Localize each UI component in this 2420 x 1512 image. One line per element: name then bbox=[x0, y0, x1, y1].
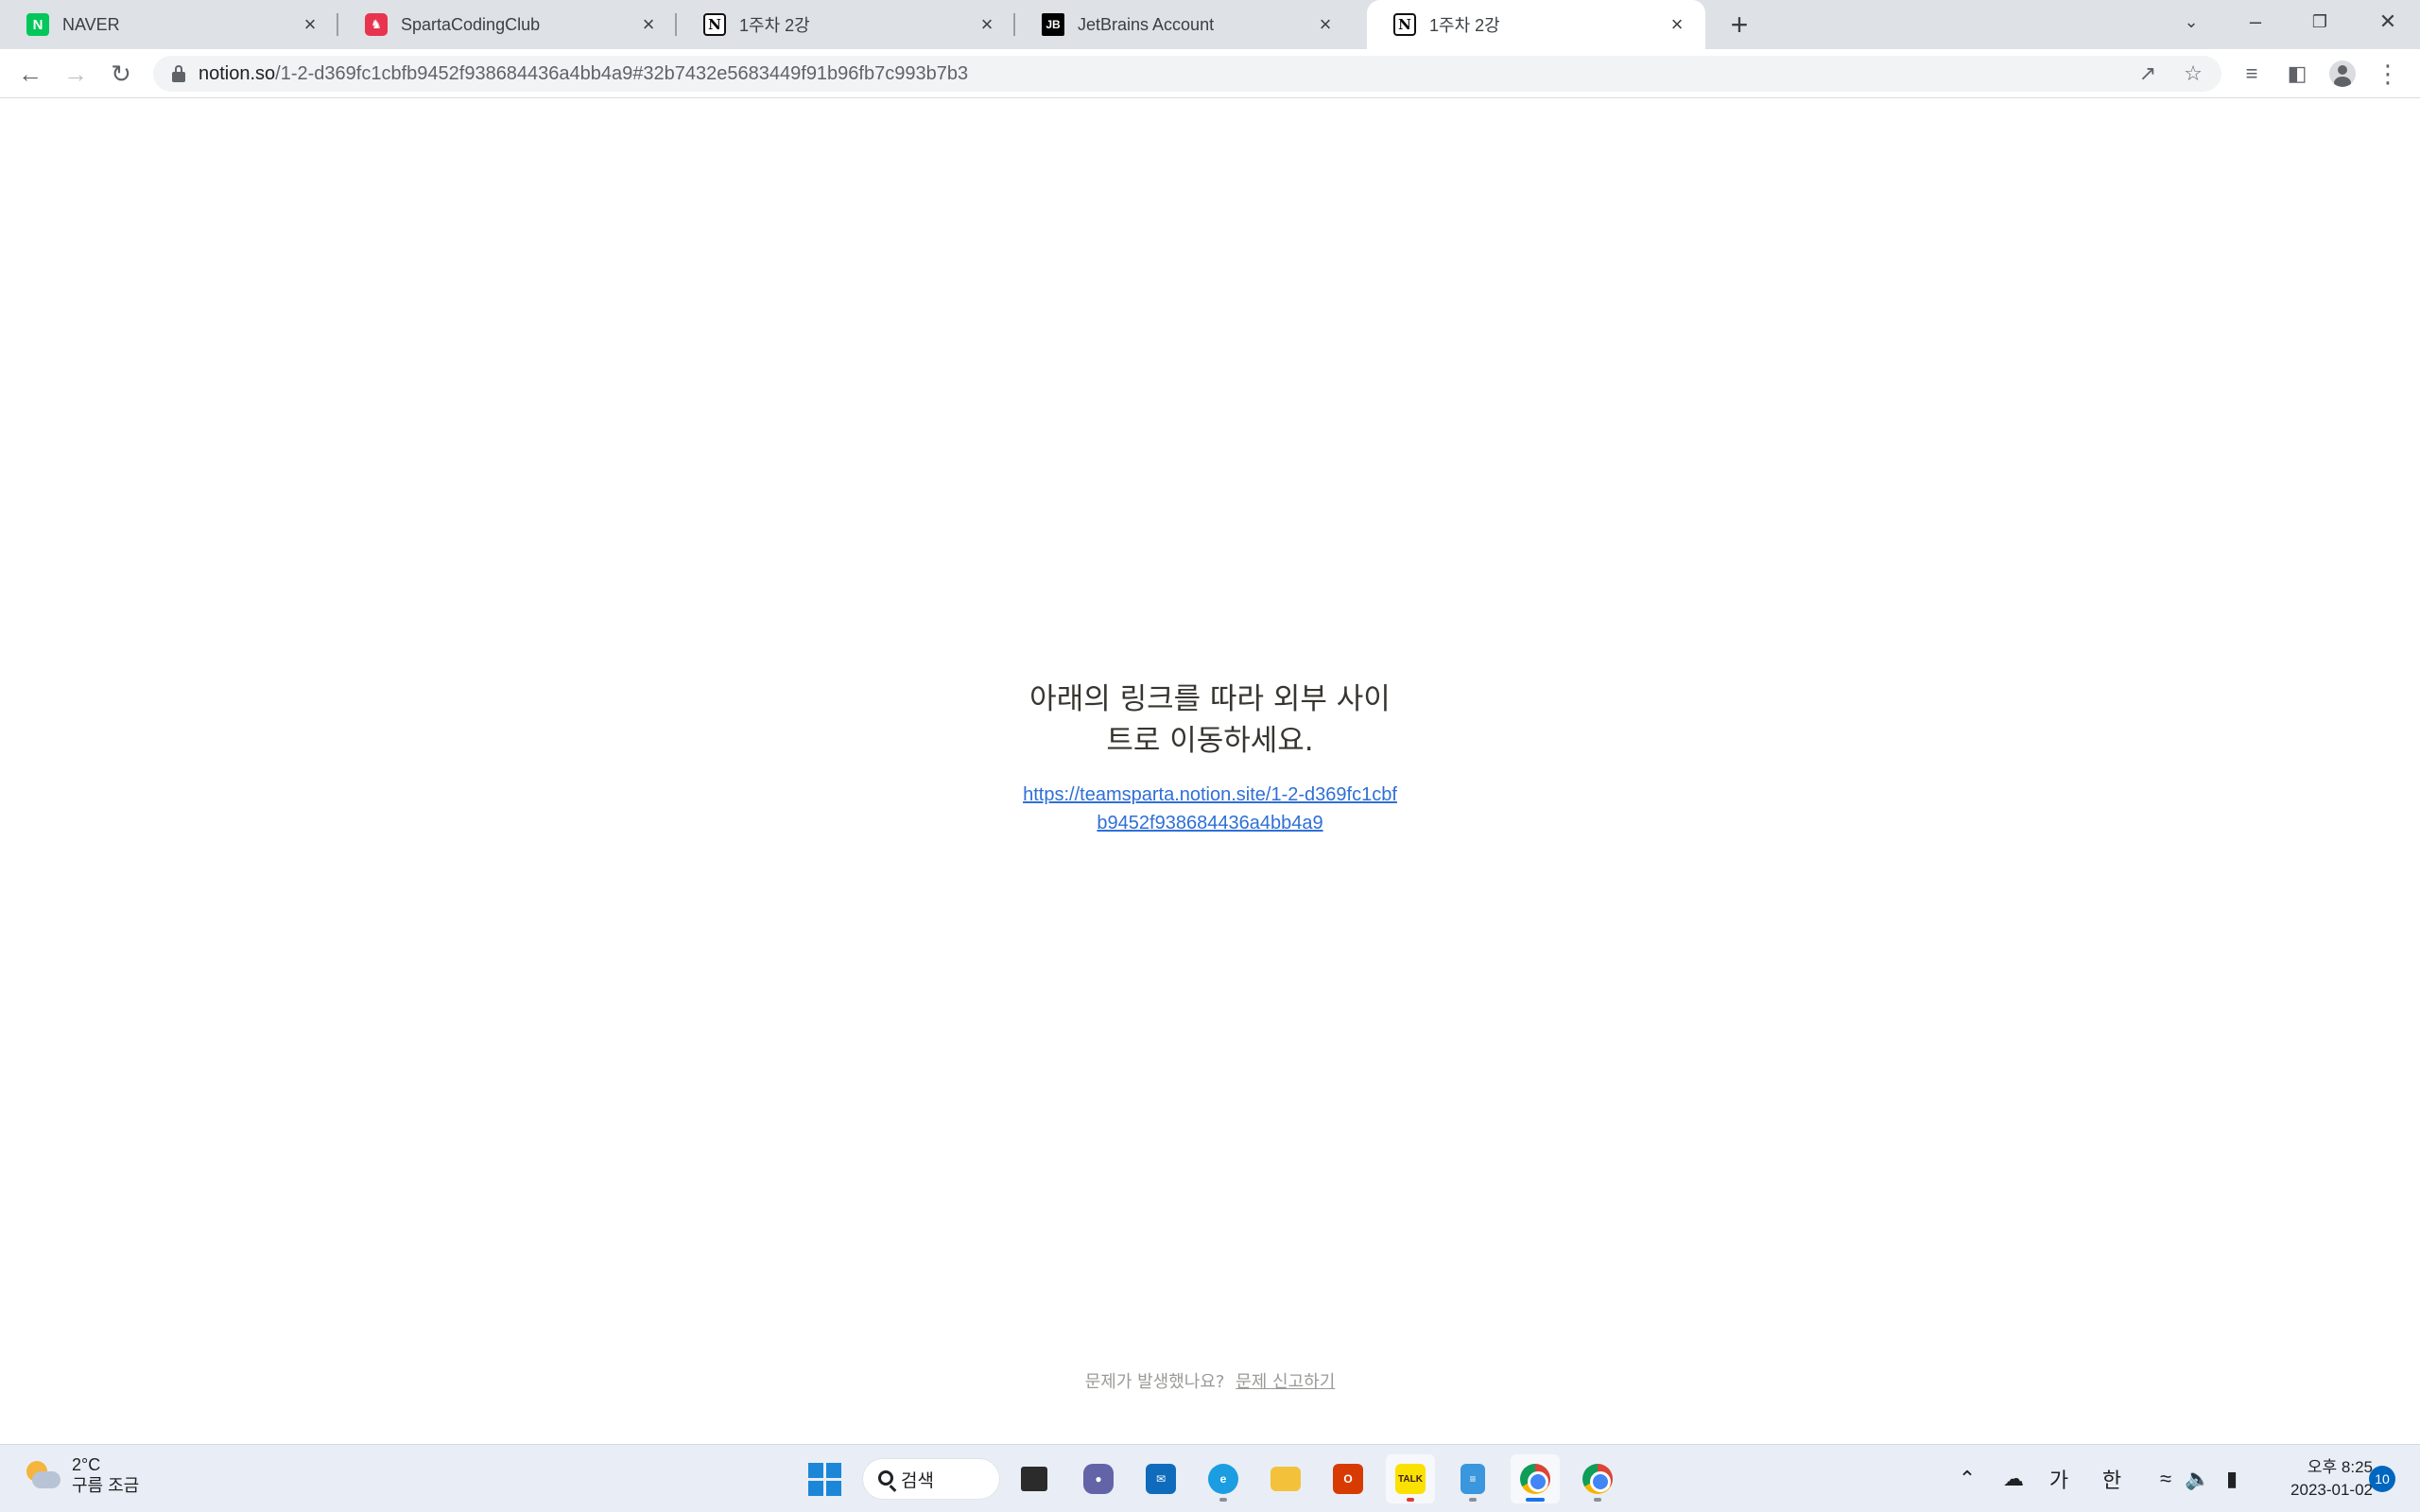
reload-icon[interactable]: ↻ bbox=[104, 57, 138, 91]
profile-avatar[interactable] bbox=[2325, 57, 2360, 91]
mail-icon: ✉ bbox=[1146, 1464, 1176, 1494]
task-view-button[interactable] bbox=[1010, 1454, 1059, 1503]
volume-icon[interactable]: 🔈 bbox=[2184, 1460, 2212, 1498]
close-icon[interactable]: × bbox=[1664, 11, 1690, 38]
tab-jetbrains[interactable]: JB JetBrains Account × bbox=[1015, 0, 1354, 49]
taskbar-app-chrome-active[interactable] bbox=[1511, 1454, 1560, 1503]
tab-sparta[interactable]: ♞ SpartaCodingClub × bbox=[338, 0, 677, 49]
search-icon bbox=[878, 1470, 893, 1486]
taskbar-app-teams[interactable]: ● bbox=[1074, 1454, 1123, 1503]
external-site-link[interactable]: https://teamsparta.notion.site/1-2-d369f… bbox=[1021, 781, 1399, 837]
lock-icon bbox=[172, 65, 185, 82]
clock-time: 오후 8:25 bbox=[2307, 1458, 2373, 1476]
report-problem-link[interactable]: 문제 신고하기 bbox=[1236, 1372, 1335, 1392]
start-button[interactable] bbox=[800, 1454, 849, 1503]
chrome-icon bbox=[1520, 1464, 1550, 1494]
battery-icon[interactable]: ▮ bbox=[2218, 1460, 2246, 1498]
tab-title: JetBrains Account bbox=[1078, 14, 1215, 34]
share-icon[interactable]: ↗ bbox=[2131, 57, 2165, 91]
tab-notion-1[interactable]: N 1주차 2강 × bbox=[677, 0, 1015, 49]
page-content: 아래의 링크를 따라 외부 사이트로 이동하세요. https://teamsp… bbox=[0, 98, 2420, 1444]
wifi-icon[interactable]: ≈ bbox=[2152, 1460, 2180, 1498]
new-tab-button[interactable]: + bbox=[1722, 8, 1756, 42]
system-clock[interactable]: 오후 8:25 2023-01-02 bbox=[2259, 1456, 2373, 1502]
close-icon[interactable]: × bbox=[635, 11, 662, 38]
taskbar-app-edge[interactable]: e bbox=[1199, 1454, 1248, 1503]
show-hidden-icons-chevron-icon[interactable]: ⌃ bbox=[1953, 1460, 1981, 1498]
address-bar[interactable]: notion.so/1-2-d369fc1cbfb9452f938684436a… bbox=[153, 56, 2221, 92]
close-icon[interactable]: × bbox=[297, 11, 323, 38]
weather-widget[interactable]: 2°C 구름 조금 bbox=[25, 1454, 139, 1496]
redirect-message: 아래의 링크를 따라 외부 사이트로 이동하세요. bbox=[1029, 682, 1391, 758]
url-text: notion.so/1-2-d369fc1cbfb9452f938684436a… bbox=[199, 63, 968, 85]
side-panel-icon[interactable]: ◧ bbox=[2280, 57, 2314, 91]
notification-badge[interactable]: 10 bbox=[2369, 1466, 2395, 1492]
close-icon[interactable]: × bbox=[974, 11, 1000, 38]
clock-date: 2023-01-02 bbox=[2290, 1481, 2373, 1499]
search-label: 검색 bbox=[901, 1470, 934, 1491]
taskbar-app-notepad[interactable]: ≡ bbox=[1448, 1454, 1497, 1503]
taskbar-app-explorer[interactable] bbox=[1261, 1454, 1310, 1503]
media-queue-icon[interactable]: ≡ bbox=[2235, 57, 2269, 91]
ime-language[interactable]: 한 bbox=[2095, 1460, 2129, 1498]
tab-title: SpartaCodingClub bbox=[401, 14, 541, 34]
tab-notion-active[interactable]: N 1주차 2강 × bbox=[1367, 0, 1705, 49]
taskbar-app-office[interactable]: O bbox=[1323, 1454, 1373, 1503]
ime-mode[interactable]: 가 bbox=[2042, 1460, 2076, 1498]
taskbar-app-chrome[interactable] bbox=[1573, 1454, 1622, 1503]
minimize-icon[interactable]: – bbox=[2223, 0, 2288, 43]
task-view-icon bbox=[1021, 1467, 1047, 1491]
tab-title: 1주차 2강 bbox=[739, 16, 810, 35]
folder-icon bbox=[1270, 1467, 1301, 1491]
windows-taskbar: 2°C 구름 조금 검색 ● ✉ e O TALK ≡ ⌃ ☁ 가 한 ≈ 🔈 … bbox=[0, 1444, 2420, 1512]
tab-title: 1주차 2강 bbox=[1429, 16, 1500, 35]
close-icon[interactable]: × bbox=[1312, 11, 1339, 38]
chrome-icon bbox=[1582, 1464, 1613, 1494]
url-host: notion.so bbox=[199, 62, 276, 84]
edge-icon: e bbox=[1208, 1464, 1238, 1494]
chat-icon: ● bbox=[1083, 1464, 1114, 1494]
restore-icon[interactable]: ❐ bbox=[2288, 0, 2352, 43]
taskbar-app-mail[interactable]: ✉ bbox=[1136, 1454, 1185, 1503]
notion-icon: N bbox=[703, 13, 726, 36]
browser-toolbar: ← → ↻ notion.so/1-2-d369fc1cbfb9452f9386… bbox=[0, 49, 2420, 98]
tab-naver[interactable]: N NAVER × bbox=[0, 0, 338, 49]
office-icon: O bbox=[1333, 1464, 1363, 1494]
kakaotalk-icon: TALK bbox=[1395, 1464, 1426, 1494]
onedrive-error-icon[interactable]: ☁ bbox=[1996, 1460, 2031, 1498]
more-menu-icon[interactable]: ⋮ bbox=[2371, 57, 2405, 91]
close-window-icon[interactable]: ✕ bbox=[2356, 0, 2420, 43]
report-footer: 문제가 발생했나요? 문제 신고하기 bbox=[0, 1368, 2420, 1393]
notion-icon: N bbox=[1393, 13, 1416, 36]
windows-logo-icon bbox=[807, 1462, 841, 1496]
weather-temp: 2°C bbox=[72, 1455, 101, 1474]
tab-strip: N NAVER × ♞ SpartaCodingClub × N 1주차 2강 … bbox=[0, 0, 2420, 49]
sparta-icon: ♞ bbox=[365, 13, 388, 36]
profile-icon bbox=[2329, 60, 2356, 87]
tab-title: NAVER bbox=[62, 14, 120, 34]
star-icon[interactable]: ☆ bbox=[2176, 57, 2210, 91]
jetbrains-icon: JB bbox=[1042, 13, 1064, 36]
taskbar-search[interactable]: 검색 bbox=[862, 1458, 1000, 1500]
tab-search-chevron-icon[interactable]: ⌄ bbox=[2159, 0, 2223, 43]
forward-arrow-icon[interactable]: → bbox=[59, 57, 93, 91]
report-question: 문제가 발생했나요? bbox=[1084, 1372, 1225, 1392]
weather-desc: 구름 조금 bbox=[72, 1476, 140, 1495]
partly-cloudy-icon bbox=[25, 1459, 60, 1491]
taskbar-app-kakaotalk[interactable]: TALK bbox=[1386, 1454, 1435, 1503]
notepad-icon: ≡ bbox=[1461, 1464, 1485, 1494]
url-path: /1-2-d369fc1cbfb9452f938684436a4bb4a9#32… bbox=[275, 62, 969, 84]
naver-icon: N bbox=[26, 13, 49, 36]
redirect-box: 아래의 링크를 따라 외부 사이트로 이동하세요. https://teamsp… bbox=[1021, 679, 1399, 837]
back-arrow-icon[interactable]: ← bbox=[13, 57, 47, 91]
